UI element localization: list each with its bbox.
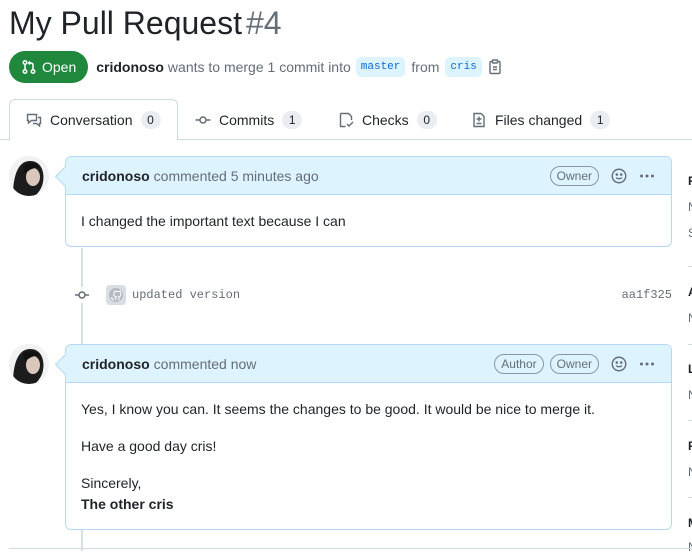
comment-paragraph: Have a good day cris! [81,438,217,454]
merge-description: cridonoso wants to merge 1 commit into m… [96,57,502,77]
tab-label: Commits [219,111,275,128]
tab-label: Conversation [50,112,133,128]
avatar[interactable] [9,344,49,384]
tab-conversation[interactable]: Conversation 0 [9,99,178,141]
github-logo-icon [109,288,123,302]
comment-card: cridonoso commented now Author Owner Yes… [65,344,672,530]
copy-branch-button[interactable] [488,59,502,75]
sidebar-divider [688,497,692,498]
comment-discussion-icon [26,113,42,128]
pr-title: My Pull Request [9,5,242,41]
comment-author[interactable]: cridonoso [82,356,150,372]
comment-signoff: Sincerely, The other cris [81,473,656,515]
base-branch[interactable]: master [355,57,406,77]
avatar-image [9,344,49,384]
page-title: My Pull Request #4 [9,4,282,42]
comment-author[interactable]: cridonoso [82,168,150,184]
sidebar-value: N [688,200,692,214]
add-reaction-button[interactable] [611,168,627,184]
head-branch[interactable]: cris [445,57,482,77]
owner-badge: Owner [549,165,599,186]
tab-checks[interactable]: Checks 0 [322,99,451,140]
file-diff-icon [473,112,485,127]
add-reaction-button[interactable] [611,356,627,372]
sidebar-divider [688,266,692,267]
timeline-commit: updated version aa1f325 [72,282,672,308]
tab-label: Files changed [495,111,583,128]
comment-menu-button[interactable] [639,356,655,372]
comment-header: cridonoso commented now Author Owner [66,345,671,383]
pr-tabs: Conversation 0 Commits 1 Checks 0 Files … [0,99,692,141]
comment-timestamp[interactable]: commented now [154,356,257,372]
sidebar-value: N [688,311,692,325]
section-divider [9,548,692,549]
tab-counter: 0 [416,110,437,129]
comment-header: cridonoso commented 5 minutes ago Owner [66,157,671,195]
kebab-horizontal-icon [640,362,654,365]
comment-menu-button[interactable] [639,168,655,184]
signature: The other cris [81,496,174,512]
smiley-icon [611,356,627,371]
tab-counter: 1 [282,110,303,129]
from-text: from [411,59,440,75]
clipboard-icon [489,59,501,75]
sidebar-heading[interactable]: M [688,516,692,530]
kebab-horizontal-icon [640,174,654,177]
tab-commits[interactable]: Commits 1 [179,99,316,140]
state-label: Open [42,59,77,75]
author-badge: Author [494,353,544,374]
merge-text: wants to merge 1 commit into [167,59,351,75]
state-badge: Open [9,51,89,83]
avatar-image [9,156,49,196]
tab-counter: 0 [140,111,161,129]
comment-paragraph: I changed the important text because I c… [81,213,346,229]
sidebar-heading[interactable]: P [688,439,692,453]
comment-actions: Author Owner [488,353,655,374]
avatar[interactable] [9,156,49,196]
sidebar-divider [688,420,692,421]
git-pull-request-icon [22,60,36,74]
pr-author-link[interactable]: cridonoso [96,59,164,75]
sidebar-heading[interactable]: R [688,174,692,188]
commit-message-link[interactable]: updated version [132,288,240,302]
tab-label: Checks [362,111,409,128]
comment-actions: Owner [544,165,655,186]
tab-counter: 1 [590,110,611,129]
comment-body: I changed the important text because I c… [66,195,671,248]
pr-meta: Open cridonoso wants to merge 1 commit i… [9,51,502,83]
comment-timestamp[interactable]: commented 5 minutes ago [154,168,319,184]
pr-number: #4 [245,5,282,41]
sidebar-value: N [688,465,692,479]
signoff-text: Sincerely, [81,475,142,491]
sidebar-value: N [688,388,692,402]
checklist-icon [339,112,354,127]
commit-author-avatar[interactable] [106,285,126,305]
sidebar-divider [688,344,692,345]
tab-files-changed[interactable]: Files changed 1 [455,99,624,140]
smiley-icon [611,168,627,183]
comment-paragraph: Yes, I know you can. It seems the change… [81,401,595,417]
sidebar-value: S [688,226,692,240]
sidebar-heading[interactable]: L [688,362,692,376]
comment-body: Yes, I know you can. It seems the change… [66,383,671,531]
sidebar-value: N [688,540,692,554]
commit-sha-link[interactable]: aa1f325 [622,288,672,302]
sidebar-heading[interactable]: A [688,285,692,299]
comment-card: cridonoso commented 5 minutes ago Owner … [65,156,672,247]
commit-node [72,287,92,303]
owner-badge: Owner [549,353,599,374]
git-commit-icon [195,115,211,124]
git-commit-icon [75,291,89,299]
